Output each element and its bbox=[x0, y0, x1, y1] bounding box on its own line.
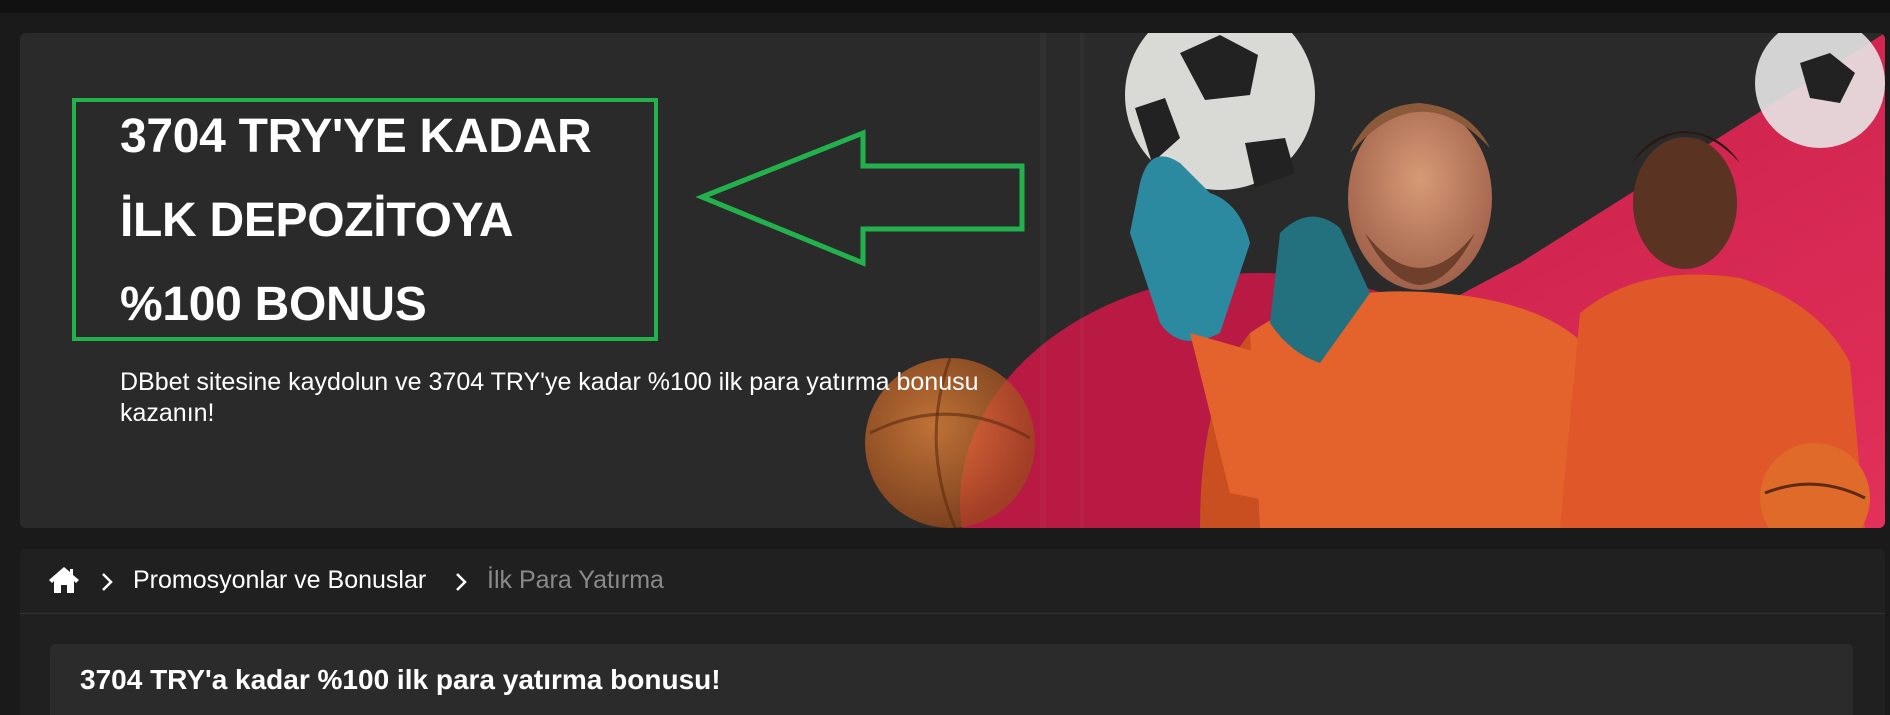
breadcrumb: Promosyonlar ve Bonuslar İlk Para Yatırm… bbox=[20, 549, 1885, 614]
promo-hero-banner: 3704 TRY'YE KADAR İLK DEPOZİTOYA %100 BO… bbox=[20, 33, 1885, 528]
hero-title-line-3: %100 BONUS bbox=[120, 278, 427, 331]
top-bar bbox=[0, 0, 1890, 13]
content-panel: Promosyonlar ve Bonuslar İlk Para Yatırm… bbox=[20, 549, 1885, 715]
hero-title-line-1: 3704 TRY'YE KADAR bbox=[120, 110, 592, 163]
hero-title-line-2: İLK DEPOZİTOYA bbox=[120, 194, 514, 247]
home-icon[interactable] bbox=[48, 565, 80, 595]
chevron-right-icon bbox=[102, 573, 113, 591]
promo-card: 3704 TRY'a kadar %100 ilk para yatırma b… bbox=[50, 644, 1853, 715]
hero-subtitle: DBbet sitesine kaydolun ve 3704 TRY'ye k… bbox=[120, 368, 979, 427]
promo-title: 3704 TRY'a kadar %100 ilk para yatırma b… bbox=[80, 664, 721, 695]
breadcrumb-current: İlk Para Yatırma bbox=[487, 566, 664, 594]
chevron-right-icon bbox=[456, 573, 467, 591]
breadcrumb-link-promotions[interactable]: Promosyonlar ve Bonuslar bbox=[133, 566, 426, 595]
